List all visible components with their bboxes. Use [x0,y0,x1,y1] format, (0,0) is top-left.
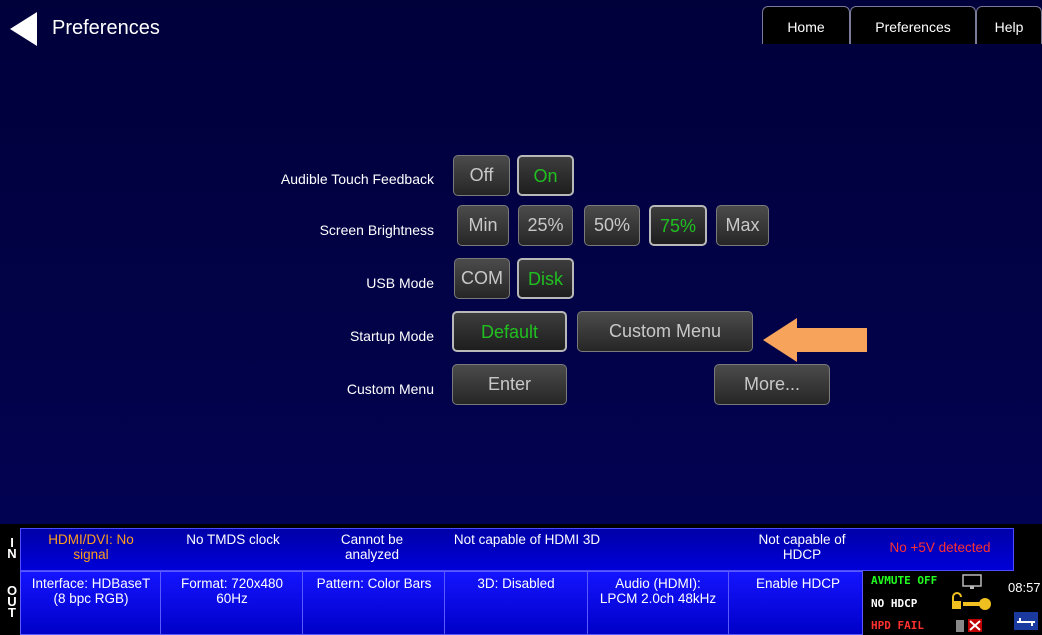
usb-disk-button[interactable]: Disk [517,258,574,299]
startup-custom-menu-button[interactable]: Custom Menu [577,311,753,352]
divider [160,571,161,635]
audible-on-button[interactable]: On [517,155,574,196]
hdcp-indicator: NO HDCP [871,597,918,610]
clock: 08:57 [1008,580,1041,595]
page-title: Preferences [52,17,160,39]
startup-default-button[interactable]: Default [452,311,567,352]
brightness-min-button[interactable]: Min [457,205,509,246]
usb-mode-label: USB Mode [366,275,434,291]
monitor-icon [962,574,982,589]
output-interface-button[interactable]: Interface: HDBaseT (8 bpc RGB) [28,576,154,606]
output-pattern-button[interactable]: Pattern: Color Bars [312,576,436,591]
tab-help[interactable]: Help [976,6,1042,44]
output-audio-button[interactable]: Audio (HDMI): LPCM 2.0ch 48kHz [596,576,720,606]
orange-callout-arrow-icon [763,318,867,362]
brightness-25-button[interactable]: 25% [518,205,573,246]
output-hdcp-button[interactable]: Enable HDCP [738,576,858,591]
input-signal-status: HDMI/DVI: No signal [48,532,134,562]
tab-preferences[interactable]: Preferences [850,6,976,44]
custom-menu-enter-button[interactable]: Enter [452,364,567,405]
audible-feedback-label: Audible Touch Feedback [280,171,434,187]
custom-menu-more-button[interactable]: More... [714,364,830,405]
audible-off-button[interactable]: Off [453,155,510,196]
brightness-75-button[interactable]: 75% [649,205,707,246]
screen: Preferences Home Preferences Help Audibl… [0,0,1042,635]
input-3d-status: Not capable of HDMI 3D [453,532,601,547]
output-3d-button[interactable]: 3D: Disabled [454,576,578,591]
divider [728,571,729,635]
input-analysis-status: Cannot be analyzed [340,532,404,562]
output-section-label: OUT [6,583,18,620]
input-section-label: IN [7,535,17,561]
tab-home[interactable]: Home [762,6,850,44]
divider [587,571,588,635]
divider [302,571,303,635]
input-5v-status: No +5V detected [889,540,991,555]
avmute-indicator: AVMUTE OFF [871,574,938,587]
input-hdcp-status: Not capable of HDCP [758,532,846,562]
brightness-max-button[interactable]: Max [716,205,769,246]
brightness-label: Screen Brightness [319,222,434,238]
back-arrow-icon[interactable] [10,12,37,46]
cable-disconnected-icon [956,619,982,632]
output-format-button[interactable]: Format: 720x480 60Hz [170,576,294,606]
startup-mode-label: Startup Mode [349,328,434,344]
network-icon [1014,612,1038,630]
unlocked-key-icon [952,592,991,610]
hpd-indicator: HPD FAIL [871,619,924,632]
input-tmds-status: No TMDS clock [186,532,280,547]
header: Preferences Home Preferences Help [0,0,1042,48]
usb-com-button[interactable]: COM [454,258,510,299]
divider [444,571,445,635]
custom-menu-label: Custom Menu [346,381,434,397]
brightness-50-button[interactable]: 50% [584,205,640,246]
